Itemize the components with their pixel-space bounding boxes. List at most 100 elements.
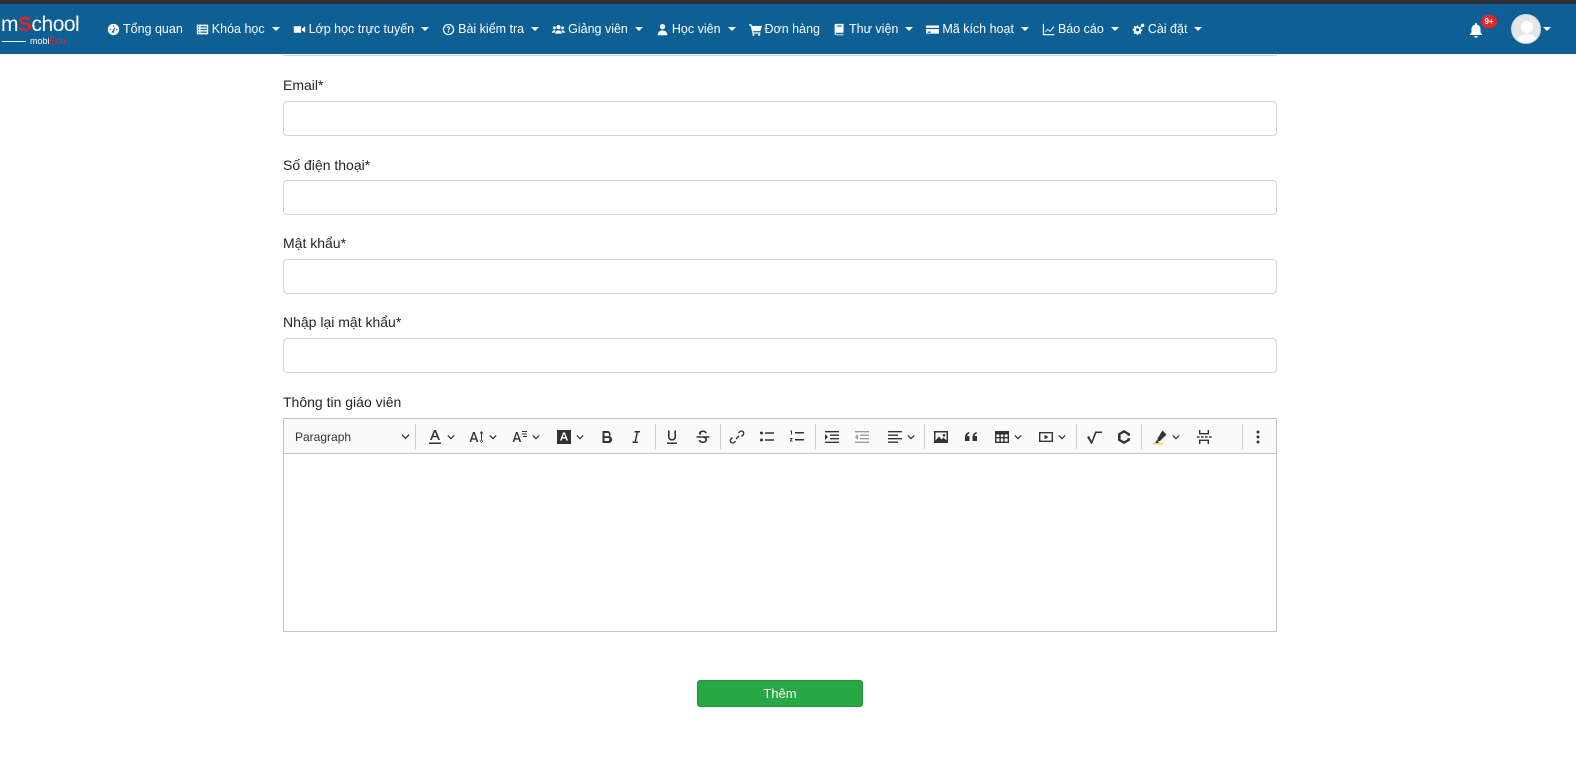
caret-down-icon xyxy=(905,27,914,31)
underline-icon xyxy=(667,430,677,444)
background-color-button[interactable] xyxy=(552,419,588,454)
toolbar-separator xyxy=(1076,424,1077,449)
toolbar-separator xyxy=(1242,424,1243,449)
media-icon xyxy=(1039,431,1053,442)
numbered-list-button[interactable] xyxy=(786,419,808,454)
nav-item-overview[interactable]: Tổng quan xyxy=(107,22,183,36)
caret-down-icon xyxy=(531,27,540,31)
more-options-button[interactable] xyxy=(1248,419,1268,454)
user-avatar[interactable] xyxy=(1511,14,1541,44)
confirm-password-label: Nhập lại mật khẩu* xyxy=(283,314,402,330)
nav-label: Khóa học xyxy=(211,22,265,36)
font-color-button[interactable] xyxy=(424,419,458,454)
caret-down-icon xyxy=(271,27,280,31)
avatar-caret-icon[interactable] xyxy=(1543,27,1551,31)
nav-item-orders[interactable]: Đơn hàng xyxy=(748,22,820,36)
nav-label: Báo cáo xyxy=(1057,22,1104,36)
nav-item-settings[interactable]: Cài đặt xyxy=(1132,22,1203,36)
chevron-down-icon xyxy=(401,434,410,440)
outdent-button[interactable] xyxy=(851,419,873,454)
password-label: Mật khẩu* xyxy=(283,235,347,251)
underline-button[interactable] xyxy=(661,419,683,454)
toolbar-separator xyxy=(1141,424,1142,449)
nav-item-courses[interactable]: Khóa học xyxy=(196,22,280,36)
chevron-down-icon xyxy=(576,434,584,439)
toolbar-separator xyxy=(815,424,816,449)
font-size-icon xyxy=(469,430,484,443)
align-left-icon xyxy=(888,430,902,443)
video-icon xyxy=(293,25,305,33)
nav-item-activation-codes[interactable]: Mã kích hoạt xyxy=(926,22,1029,36)
font-family-button[interactable] xyxy=(508,419,544,454)
bold-button[interactable] xyxy=(596,419,618,454)
nav-item-reports[interactable]: Báo cáo xyxy=(1042,22,1119,36)
nav-label: Đơn hàng xyxy=(764,22,820,36)
indent-button[interactable] xyxy=(821,419,843,454)
toolbar-separator xyxy=(655,424,656,449)
nav-item-online-classes[interactable]: Lớp học trực tuyến xyxy=(293,22,430,36)
vertical-ellipsis-icon xyxy=(1256,430,1260,443)
blockquote-button[interactable] xyxy=(960,419,982,454)
confirm-password-field[interactable] xyxy=(283,338,1277,373)
outdent-icon xyxy=(855,430,869,443)
insert-media-button[interactable] xyxy=(1034,419,1070,454)
chevron-down-icon xyxy=(532,434,540,439)
book-icon xyxy=(834,23,844,35)
question-circle-icon xyxy=(442,23,455,35)
image-icon xyxy=(934,430,948,443)
font-size-button[interactable] xyxy=(465,419,501,454)
nav-label: Thư viện xyxy=(849,22,899,36)
nav-label: Tổng quan xyxy=(123,22,183,36)
nav-item-library[interactable]: Thư viện xyxy=(833,22,914,36)
quote-icon xyxy=(965,431,977,441)
numbered-list-icon xyxy=(790,430,804,441)
mschool-logo[interactable]: mSchool mobiEdu xyxy=(0,10,92,50)
cart-icon xyxy=(748,23,762,36)
caret-down-icon xyxy=(634,27,643,31)
caret-down-icon xyxy=(421,27,430,31)
nav-item-tests[interactable]: Bài kiểm tra xyxy=(442,22,540,36)
rich-text-editor: Paragraph xyxy=(283,418,1277,632)
indent-icon xyxy=(825,430,839,443)
nav-item-students[interactable]: Học viên xyxy=(656,22,736,36)
alignment-button[interactable] xyxy=(883,419,919,454)
strikethrough-button[interactable] xyxy=(692,419,714,454)
nav-label: Giảng viên xyxy=(568,22,628,36)
caret-down-icon xyxy=(727,27,736,31)
table-icon xyxy=(995,430,1009,443)
notification-badge: 9+ xyxy=(1481,15,1497,28)
add-button[interactable]: Thêm xyxy=(697,680,863,707)
phone-field[interactable] xyxy=(283,180,1277,215)
bulleted-list-button[interactable] xyxy=(756,419,778,454)
password-field[interactable] xyxy=(283,259,1277,294)
credit-card-icon xyxy=(926,24,940,34)
font-family-icon xyxy=(512,430,527,442)
email-field[interactable] xyxy=(283,101,1277,136)
paragraph-format-dropdown[interactable]: Paragraph xyxy=(295,419,410,454)
chemistry-formula-button[interactable] xyxy=(1113,419,1135,454)
nav-item-teachers[interactable]: Giảng viên xyxy=(552,22,643,36)
math-formula-button[interactable] xyxy=(1082,419,1106,454)
page-break-button[interactable] xyxy=(1192,419,1216,454)
italic-button[interactable] xyxy=(625,419,647,454)
font-color-icon xyxy=(429,429,441,444)
bold-icon xyxy=(602,430,613,443)
square-root-icon xyxy=(1087,431,1102,444)
chevron-down-icon xyxy=(1058,434,1066,439)
chevron-down-icon xyxy=(1014,434,1022,439)
previous-input-edge xyxy=(283,54,1277,56)
insert-image-button[interactable] xyxy=(930,419,952,454)
nav-label: Học viên xyxy=(671,22,721,36)
bulleted-list-icon xyxy=(760,431,774,441)
phone-label: Số điện thoại* xyxy=(283,157,371,173)
highlighter-icon xyxy=(1153,430,1167,444)
insert-table-button[interactable] xyxy=(990,419,1026,454)
editor-content-area[interactable] xyxy=(284,454,1276,631)
list-icon xyxy=(196,24,208,34)
highlight-button[interactable] xyxy=(1148,419,1184,454)
chevron-down-icon xyxy=(447,434,455,439)
link-icon xyxy=(729,429,745,444)
nav-label: Lớp học trực tuyến xyxy=(308,22,415,36)
chemistry-c-icon xyxy=(1118,429,1130,444)
link-button[interactable] xyxy=(726,419,748,454)
